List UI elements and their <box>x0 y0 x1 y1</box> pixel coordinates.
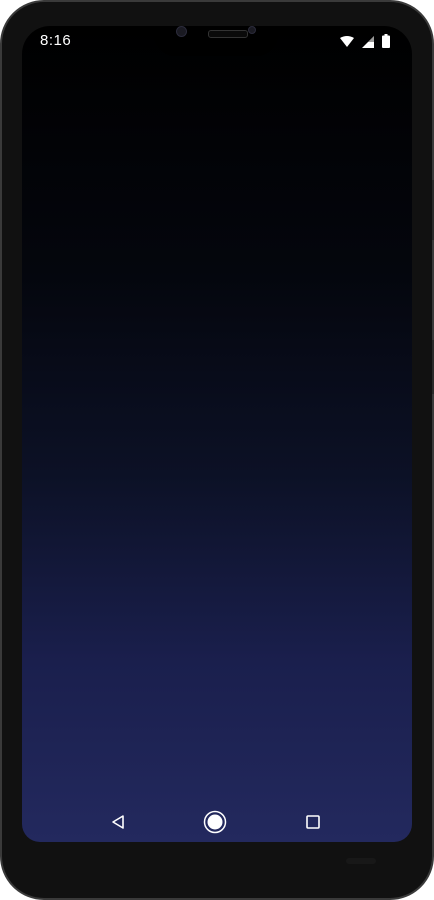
battery-icon <box>382 34 390 52</box>
phone-chin <box>22 842 412 882</box>
status-bar: 8:16 <box>22 26 412 56</box>
recents-square-icon <box>305 814 321 835</box>
recents-button[interactable] <box>301 812 325 836</box>
home-button[interactable] <box>203 810 227 839</box>
home-circle-icon <box>203 810 227 839</box>
navigation-bar <box>22 800 412 846</box>
wifi-icon <box>340 35 354 52</box>
back-triangle-icon <box>110 814 126 835</box>
back-button[interactable] <box>106 812 130 836</box>
status-time: 8:16 <box>40 32 72 49</box>
signal-icon <box>362 35 374 52</box>
home-screen <box>22 26 412 842</box>
bottom-speaker-grill <box>346 858 376 864</box>
status-icons <box>340 34 390 52</box>
